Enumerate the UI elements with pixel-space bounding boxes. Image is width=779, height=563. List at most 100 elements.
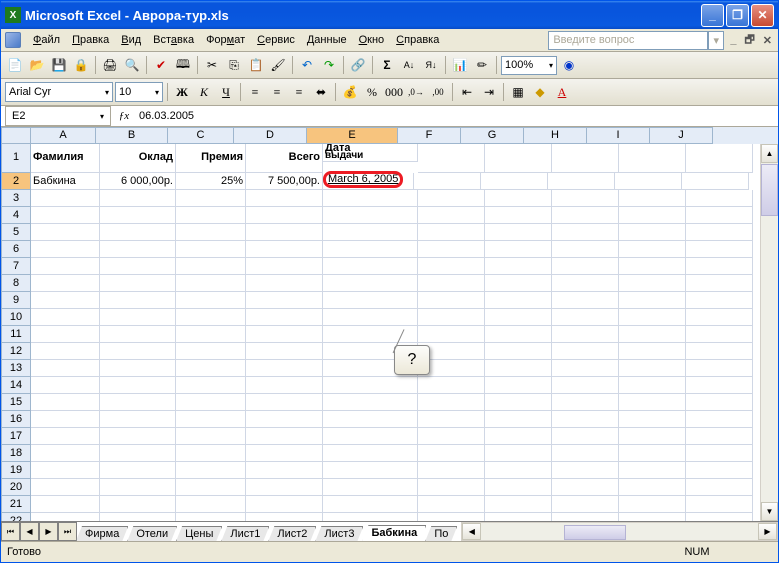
cell-B15[interactable] [100,394,176,411]
cell-A8[interactable] [31,275,100,292]
cell-E4[interactable] [323,207,418,224]
cell-I21[interactable] [619,496,686,513]
cell-E3[interactable] [323,190,418,207]
cell-G16[interactable] [485,411,552,428]
cell-B4[interactable] [100,207,176,224]
cell-I15[interactable] [619,394,686,411]
cell-E6[interactable] [323,241,418,258]
cell-F5[interactable] [418,224,485,241]
cell-I20[interactable] [619,479,686,496]
cell-C3[interactable] [176,190,246,207]
cell-E17[interactable] [323,428,418,445]
cell-G17[interactable] [485,428,552,445]
cell-J18[interactable] [686,445,753,462]
cell-B2[interactable]: 6 000,00р. [100,173,176,190]
doc-minimize[interactable]: _ [728,34,738,46]
align-left-icon[interactable]: ≡ [245,82,265,102]
cell-I17[interactable] [619,428,686,445]
col-header-c[interactable]: C [168,127,234,144]
cell-I22[interactable] [619,513,686,521]
cell-J7[interactable] [686,258,753,275]
cell-H15[interactable] [552,394,619,411]
cell-B9[interactable] [100,292,176,309]
cell-A1[interactable]: Фамилия [31,144,100,173]
cell-F15[interactable] [418,394,485,411]
print-icon[interactable]: 🖨 [100,55,120,75]
cell-J15[interactable] [686,394,753,411]
cell-A22[interactable] [31,513,100,521]
row-header-17[interactable]: 17 [1,428,31,445]
cell-A18[interactable] [31,445,100,462]
format-painter-icon[interactable]: 🖌 [268,55,288,75]
italic-button[interactable]: К [194,82,214,102]
cell-G2[interactable] [481,173,548,190]
cell-G21[interactable] [485,496,552,513]
cell-H1[interactable] [552,144,619,173]
cell-G14[interactable] [485,377,552,394]
cell-I8[interactable] [619,275,686,292]
bold-button[interactable]: Ж [172,82,192,102]
cell-B22[interactable] [100,513,176,521]
cell-C15[interactable] [176,394,246,411]
cell-C10[interactable] [176,309,246,326]
cell-C21[interactable] [176,496,246,513]
name-box[interactable]: E2▾ [5,106,111,126]
cell-G8[interactable] [485,275,552,292]
cell-J19[interactable] [686,462,753,479]
cell-H12[interactable] [552,343,619,360]
cell-A13[interactable] [31,360,100,377]
cell-F18[interactable] [418,445,485,462]
row-header-9[interactable]: 9 [1,292,31,309]
cell-E7[interactable] [323,258,418,275]
cell-F6[interactable] [418,241,485,258]
cell-A2[interactable]: Бабкина [31,173,100,190]
cell-D19[interactable] [246,462,323,479]
cell-F2[interactable] [414,173,481,190]
row-header-18[interactable]: 18 [1,445,31,462]
cell-F20[interactable] [418,479,485,496]
cell-J8[interactable] [686,275,753,292]
borders-icon[interactable]: ▦ [508,82,528,102]
cell-G5[interactable] [485,224,552,241]
zoom-combo[interactable]: 100%▾ [501,56,557,75]
row-header-11[interactable]: 11 [1,326,31,343]
align-center-icon[interactable]: ≡ [267,82,287,102]
inc-indent-icon[interactable]: ⇥ [479,82,499,102]
open-icon[interactable]: 📂 [27,55,47,75]
cell-A16[interactable] [31,411,100,428]
row-header-12[interactable]: 12 [1,343,31,360]
sheet-tab[interactable]: Бабкина [362,525,426,541]
cell-C1[interactable]: Премия [176,144,246,173]
underline-button[interactable]: Ч [216,82,236,102]
menu-data[interactable]: Данные [301,32,353,48]
cell-C12[interactable] [176,343,246,360]
cell-F22[interactable] [418,513,485,521]
sheet-tab[interactable]: Лист2 [268,526,316,541]
cell-D15[interactable] [246,394,323,411]
cell-G15[interactable] [485,394,552,411]
cell-J16[interactable] [686,411,753,428]
cell-H21[interactable] [552,496,619,513]
sheet-tab[interactable]: Лист1 [221,526,269,541]
cell-B17[interactable] [100,428,176,445]
sheet-tab[interactable]: Фирма [76,526,128,541]
cell-F17[interactable] [418,428,485,445]
cell-F4[interactable] [418,207,485,224]
cell-F10[interactable] [418,309,485,326]
cell-D21[interactable] [246,496,323,513]
cell-J6[interactable] [686,241,753,258]
cell-G1[interactable] [485,144,552,173]
cell-C16[interactable] [176,411,246,428]
inc-decimal-icon[interactable]: ,0→ [406,82,426,102]
help-search[interactable]: Введите вопрос [548,31,708,50]
cell-G19[interactable] [485,462,552,479]
sort-asc-icon[interactable]: А↓ [399,55,419,75]
row-header-16[interactable]: 16 [1,411,31,428]
cell-F21[interactable] [418,496,485,513]
cell-A19[interactable] [31,462,100,479]
close-button[interactable]: ✕ [751,4,774,27]
cell-H10[interactable] [552,309,619,326]
cell-H4[interactable] [552,207,619,224]
row-header-1[interactable]: 1 [1,144,31,173]
minimize-button[interactable]: _ [701,4,724,27]
